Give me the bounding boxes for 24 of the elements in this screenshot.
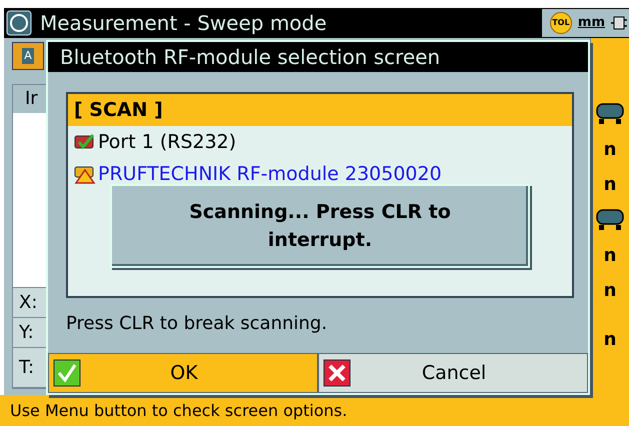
list-item[interactable]: Port 1 (RS232) [68,126,572,158]
check-icon [53,359,81,387]
value-text: n [604,328,616,352]
app-logo-icon [6,10,32,36]
unit-indicator: mm [578,14,605,32]
cancel-button[interactable]: Cancel [318,353,588,393]
check-device-icon [74,132,96,152]
popup-text: Scanning... Press CLR to interrupt. [188,200,452,253]
close-icon [323,359,351,387]
window-title: Measurement - Sweep mode [40,10,327,37]
status-bar: Use Menu button to check screen options. [0,395,629,426]
list-item[interactable]: PRUFTECHNIK RF-module 23050020 [68,158,572,190]
value-text: n [604,279,616,303]
value-text: n [604,138,616,162]
dialog-title: Bluetooth RF-module selection screen [48,42,588,72]
ok-button[interactable]: OK [48,353,318,393]
value-text: n [604,173,616,197]
list-item[interactable]: [ SCAN ] [68,94,572,126]
row-label: Ir [13,85,49,113]
dialog-message: Press CLR to break scanning. [66,312,328,336]
toolbar-icon[interactable]: A [12,42,44,70]
tolerance-badge: TOL [550,12,572,34]
warning-device-icon [74,164,96,184]
value-text: n [604,244,616,268]
